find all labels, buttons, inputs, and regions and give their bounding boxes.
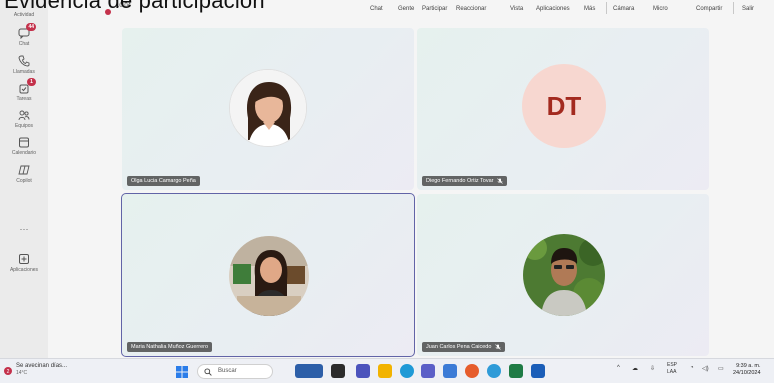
participant-name-tag: Olga Lucia Camargo Peña <box>127 176 200 186</box>
toolbar-divider <box>606 2 607 14</box>
app-rail: Actividad 44 Chat Llamadas 1 Tareas Equi… <box>0 0 48 358</box>
toolbar-react-button[interactable]: Reaccionar <box>456 6 486 12</box>
toolbar-apps-button[interactable]: Aplicaciones <box>536 6 570 12</box>
volume-icon[interactable]: ◁) <box>702 365 709 372</box>
skype-icon[interactable] <box>487 364 501 378</box>
search-icon <box>204 368 212 378</box>
chevron-up-icon[interactable]: ^ <box>617 365 620 371</box>
chat-badge: 44 <box>26 23 36 31</box>
usb-icon[interactable]: ⇩ <box>650 365 655 372</box>
participant-name-tag: Juan Carlos Pena Caicedo <box>422 342 506 352</box>
rail-item-more[interactable]: ··· <box>0 224 48 234</box>
mic-off-icon <box>495 344 502 350</box>
rail-item-apps[interactable]: Aplicaciones <box>0 253 48 273</box>
svg-text:2: 2 <box>7 369 10 375</box>
participant-tile[interactable]: Olga Lucia Camargo Peña <box>122 28 414 190</box>
meet-app-icon[interactable] <box>295 364 323 378</box>
rail-item-label: Copilot <box>16 178 32 184</box>
edge-icon[interactable] <box>400 364 414 378</box>
participant-name-tag: Maria Nathalia Muñoz Guerrero <box>127 342 213 352</box>
toolbar-leave-button[interactable]: Salir <box>742 6 754 12</box>
tasks-badge: 1 <box>27 78 36 86</box>
video-stage: Olga Lucia Camargo Peña DT Diego Fernand… <box>48 18 774 358</box>
clock-time: 9:39 a. m. <box>736 363 761 369</box>
rail-item-label: Equipos <box>14 123 34 129</box>
language-indicator[interactable]: ESP LAA <box>667 362 677 376</box>
clock-date: 24/10/2024 <box>733 370 761 376</box>
participant-tile[interactable]: DT Diego Fernando Ortiz Tovar <box>417 28 709 190</box>
participant-name: Juan Carlos Pena Caicedo <box>426 344 492 350</box>
rail-item-label: Aplicaciones <box>9 267 39 273</box>
system-clock[interactable]: 9:39 a. m. 24/10/2024 <box>733 363 761 377</box>
teams-icon <box>18 109 30 121</box>
wifi-icon[interactable]: ◔ <box>690 365 694 371</box>
task-view-icon[interactable] <box>331 364 345 378</box>
avatar <box>229 69 307 147</box>
teams-app-icon[interactable] <box>356 364 370 378</box>
lang-top: ESP <box>667 362 678 368</box>
battery-icon[interactable]: ▭ <box>718 365 724 372</box>
weather-widget[interactable]: Se avecinan días... 14°C <box>16 363 67 377</box>
avatar-initials: DT <box>522 64 606 148</box>
toolbar-camera-button[interactable]: Cámara <box>613 6 634 12</box>
rail-item-teams[interactable]: Equipos <box>0 109 48 129</box>
rail-item-tasks[interactable]: 1 Tareas <box>0 78 48 102</box>
tasks-icon: 1 <box>18 78 36 94</box>
taskbar-search[interactable]: Buscar <box>197 364 273 379</box>
copilot-icon <box>18 164 30 176</box>
excel-icon[interactable] <box>509 364 523 378</box>
mic-off-icon <box>497 178 504 184</box>
windows-taskbar: 2 Se avecinan días... 14°C Buscar ^ ☁ ⇩ … <box>0 358 774 383</box>
rail-item-label: Tareas <box>16 96 32 102</box>
file-explorer-icon[interactable] <box>378 364 392 378</box>
rail-item-calls[interactable]: Llamadas <box>0 55 48 75</box>
toolbar-mic-button[interactable]: Micro <box>653 6 668 12</box>
chrome-icon[interactable] <box>465 364 479 378</box>
rail-item-calendar[interactable]: Calendario <box>0 136 48 156</box>
participant-tile[interactable]: Juan Carlos Pena Caicedo <box>417 194 709 356</box>
rail-item-copilot[interactable]: Copilot <box>0 164 48 184</box>
toolbar-divider <box>733 2 734 14</box>
weather-icon: 2 <box>3 363 13 381</box>
toolbar-people-button[interactable]: Gente <box>398 6 414 12</box>
weather-title: Se avecinan días... <box>16 363 68 369</box>
teams-meeting-icon[interactable] <box>443 364 457 378</box>
rail-item-chat[interactable]: 44 Chat <box>0 23 48 47</box>
avatar <box>229 236 309 316</box>
toolbar-more-button[interactable]: Más <box>584 6 595 12</box>
participant-name: Diego Fernando Ortiz Tovar <box>426 178 494 184</box>
add-apps-icon <box>18 253 30 265</box>
rail-item-label: Calendario <box>11 150 37 156</box>
start-button-icon[interactable] <box>176 365 188 383</box>
rail-item-label: Chat <box>18 41 30 47</box>
onedrive-icon[interactable]: ☁ <box>632 365 638 372</box>
toolbar-share-button[interactable]: Compartir <box>696 6 722 12</box>
weather-temp: 14°C <box>16 370 28 376</box>
rail-item-label: Llamadas <box>13 69 35 75</box>
calendar-icon <box>18 136 30 148</box>
chat-icon: 44 <box>18 23 36 40</box>
toolbar-chat-button[interactable]: Chat <box>370 6 383 12</box>
participant-name: Olga Lucia Camargo Peña <box>131 178 196 184</box>
participant-name: Maria Nathalia Muñoz Guerrero <box>131 344 209 350</box>
search-placeholder: Buscar <box>218 368 237 374</box>
avatar <box>523 234 605 316</box>
caption-overlay: Evidencia de participación <box>4 0 265 13</box>
teams-chat-icon[interactable] <box>421 364 435 378</box>
toolbar-raise-hand-button[interactable]: Participar <box>422 6 447 12</box>
participant-name-tag: Diego Fernando Ortiz Tovar <box>422 176 508 186</box>
toolbar-view-button[interactable]: Vista <box>510 6 523 12</box>
participant-tile-active[interactable]: Maria Nathalia Muñoz Guerrero <box>121 193 415 357</box>
more-icon: ··· <box>19 224 29 234</box>
outlook-icon[interactable] <box>531 364 545 378</box>
phone-icon <box>18 55 30 67</box>
lang-bottom: LAA <box>667 369 677 375</box>
